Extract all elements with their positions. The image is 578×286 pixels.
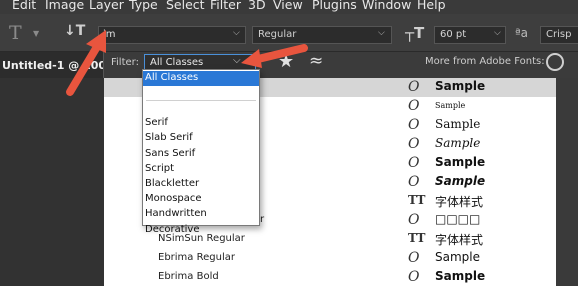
dropdown-item-all-classes[interactable]: All Classes <box>143 71 259 86</box>
menu-view[interactable]: View <box>273 0 303 12</box>
opentype-icon: O <box>408 98 420 114</box>
font-name: Ebrima Bold <box>158 271 219 282</box>
font-family-input[interactable]: im <box>98 26 246 44</box>
menu-window[interactable]: Window <box>362 0 411 12</box>
opentype-icon: O <box>408 269 420 285</box>
font-sample: Sample <box>435 117 481 131</box>
dropdown-item-monospace[interactable]: Monospace <box>143 192 259 207</box>
truetype-icon: TT <box>408 231 426 245</box>
dropdown-separator <box>146 100 256 102</box>
chevron-down-icon[interactable]: ⌵ <box>233 55 241 66</box>
menu-type[interactable]: Type <box>129 0 158 12</box>
vertical-text-icon[interactable]: ↓T <box>64 23 85 39</box>
font-row[interactable]: Ebrima Bold O Sample <box>104 268 556 286</box>
antialias-select[interactable]: Crisp <box>540 26 578 44</box>
font-sample: Sample <box>435 174 486 188</box>
dropdown-item-decorative[interactable]: Decorative <box>143 223 259 238</box>
font-name: Ebrima Regular <box>158 252 235 263</box>
font-sample: Sample <box>435 79 486 93</box>
font-size-icon: ┬T <box>405 24 425 42</box>
menu-edit[interactable]: Edit <box>12 0 36 12</box>
chevron-down-icon[interactable]: ⌵ <box>378 28 385 38</box>
font-sample: Sample <box>435 136 481 150</box>
dropdown-item-slab-serif[interactable]: Slab Serif <box>143 131 259 146</box>
truetype-icon: TT <box>408 193 426 207</box>
star-icon[interactable]: ★ <box>278 51 294 72</box>
dropdown-item-sans-serif[interactable]: Sans Serif <box>143 147 259 162</box>
menu-3d[interactable]: 3D <box>248 0 266 12</box>
text-tool-icon[interactable]: T <box>9 22 22 44</box>
filter-label: Filter: <box>111 57 139 68</box>
opentype-icon: O <box>408 212 420 228</box>
font-style-select[interactable]: Regular <box>252 26 392 44</box>
menu-filter[interactable]: Filter <box>210 0 241 12</box>
font-sample: Sample <box>435 269 486 283</box>
filter-dropdown: All Classes Serif Slab Serif Sans Serif Scri… <box>142 69 260 235</box>
font-row[interactable]: Ebrima Regular O Sample <box>104 249 556 268</box>
menu-image[interactable]: Image <box>45 0 84 12</box>
dropdown-item-blackletter[interactable]: Blackletter <box>143 177 259 192</box>
antialias-icon: ªa <box>515 26 529 40</box>
opentype-icon: O <box>408 174 420 190</box>
adobe-fonts-label: More from Adobe Fonts: <box>425 56 545 67</box>
opentype-icon: O <box>408 117 420 133</box>
dropdown-item-serif[interactable]: Serif <box>143 116 259 131</box>
chevron-down-icon[interactable]: ⌵ <box>494 28 501 38</box>
opentype-icon: O <box>408 155 420 171</box>
menu-bar: Edit Image Layer Type Select Filter 3D V… <box>0 0 578 14</box>
opentype-icon: O <box>408 250 420 266</box>
dropdown-item-handwritten[interactable]: Handwritten <box>143 207 259 222</box>
font-sample: 字体样式 <box>435 195 484 209</box>
font-sample: Sample <box>435 250 480 264</box>
scrollbar[interactable] <box>556 78 578 286</box>
opentype-icon: O <box>408 79 420 95</box>
menu-select[interactable]: Select <box>166 0 205 12</box>
font-sample: 字体样式 <box>435 233 484 247</box>
similar-fonts-icon[interactable]: ≈ <box>309 51 323 71</box>
document-tab[interactable]: Untitled-1 @ 100% ( <box>0 52 104 78</box>
font-sample: □□□□ <box>435 212 481 226</box>
menu-help[interactable]: Help <box>417 0 446 12</box>
opentype-icon: O <box>408 136 420 152</box>
options-bar: T ▼ ↓T im ⌵ Regular ⌵ ┬T 60 pt ⌵ ªa Cris… <box>0 14 578 52</box>
chevron-down-icon[interactable]: ▼ <box>33 29 39 38</box>
dropdown-item-script[interactable]: Script <box>143 162 259 177</box>
font-sample: Sample <box>435 155 486 169</box>
chevron-down-icon[interactable]: ⌵ <box>233 28 240 38</box>
font-sample: Sample <box>435 101 466 110</box>
menu-plugins[interactable]: Plugins <box>312 0 357 12</box>
menu-layer[interactable]: Layer <box>89 0 124 12</box>
creative-cloud-icon[interactable] <box>546 53 564 71</box>
